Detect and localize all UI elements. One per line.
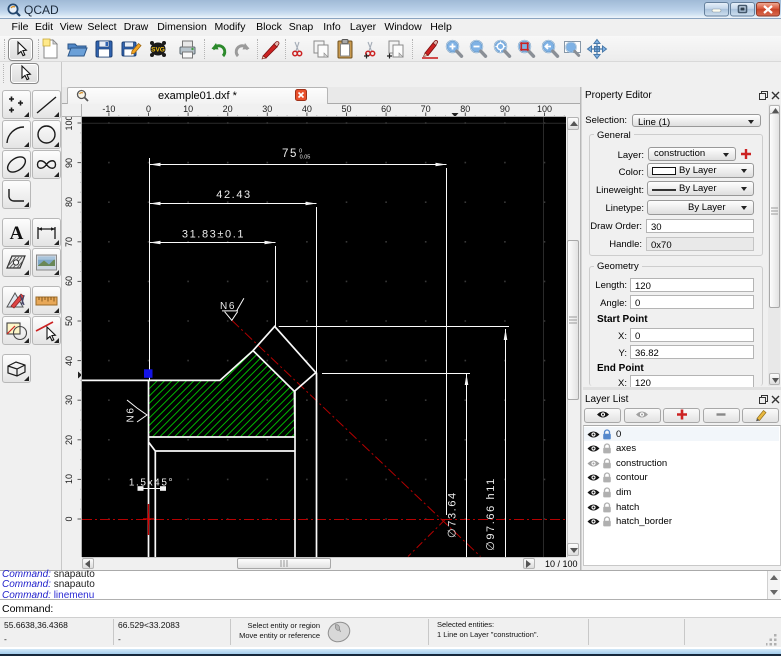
svg-text:∅73.64: ∅73.64	[447, 491, 459, 538]
svg-text:1.5x45°: 1.5x45°	[129, 478, 174, 489]
svg-text:75: 75	[282, 148, 298, 160]
svg-text:0.05: 0.05	[300, 155, 311, 161]
svg-text:A: A	[10, 223, 24, 244]
svg-text:31.83±0.1: 31.83±0.1	[182, 229, 245, 241]
svg-text:SVG: SVG	[151, 47, 165, 54]
svg-text:∅97.66 h11: ∅97.66 h11	[485, 477, 497, 551]
svg-text:N6: N6	[126, 407, 137, 423]
svg-text:42.43: 42.43	[216, 189, 252, 201]
svg-text:N6: N6	[220, 301, 236, 312]
